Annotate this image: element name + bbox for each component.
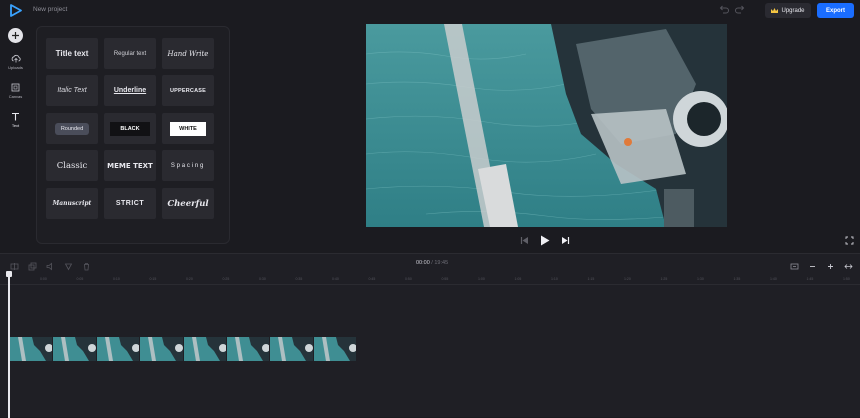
project-title[interactable]: New project [33,6,67,13]
text-style-black[interactable]: BLACK [104,113,156,144]
clip-frame [96,337,141,361]
timecode-separator: / [431,260,433,266]
redo-icon[interactable] [734,4,746,16]
ruler-tick: 1:25 [660,277,668,281]
current-time: 00:00 [416,260,430,266]
text-style-cheerful[interactable]: Cheerful [162,188,214,219]
text-style-underline[interactable]: Underline [104,75,156,106]
skip-back-icon[interactable] [520,236,529,245]
ruler-tick: 1:05 [514,277,522,281]
zoom-in-icon[interactable] [826,258,835,269]
ruler-tick: 1:35 [733,277,741,281]
timecode: 00:00 / 19:45 [416,260,448,266]
marker-icon[interactable] [64,258,73,271]
clip-frame [270,337,314,361]
clip-frame [226,337,271,361]
white-chip: WHITE [170,121,206,136]
text-style-uppercase[interactable]: UPPERCASE [162,75,214,106]
ruler-tick: 0:20 [186,277,193,281]
sidebar-item-uploads[interactable]: Uploads [0,54,31,70]
text-style-regular[interactable]: Regular text [104,38,156,69]
expand-timeline-icon[interactable] [844,258,853,269]
timeline-toolbar [10,258,91,271]
upgrade-button[interactable]: Upgrade [765,3,811,18]
text-style-title[interactable]: Title text [46,38,98,69]
ruler-tick: 0:40 [332,277,339,281]
timeline: 00:00 / 19:45 0:00 0:05 0:10 0:15 0:20 0:25 0:… [0,253,860,418]
sidebar: Uploads Canvas Text [0,22,31,252]
total-duration: 19:45 [434,260,449,266]
ruler-tick: 0:00 [40,277,47,281]
time-ruler[interactable]: 0:00 0:05 0:10 0:15 0:20 0:25 0:30 0:35 0:40 0:45… [0,275,860,285]
ruler-tick: 1:40 [770,277,777,281]
text-style-spacing[interactable]: Spacing [162,150,214,181]
upgrade-label: Upgrade [781,7,805,14]
ruler-tick: 1:45 [806,277,814,281]
fullscreen-icon[interactable] [845,236,854,245]
crown-icon [771,8,779,13]
text-style-classic[interactable]: Classic [46,150,98,181]
ruler-tick: 0:15 [149,277,157,281]
clip-frame [140,337,184,361]
ruler-tick: 0:30 [259,277,266,281]
ruler-tick: 0:45 [368,277,376,281]
clip-frame [313,337,357,361]
clip-frame [10,337,54,361]
clip-frame [53,337,97,361]
logo-icon[interactable] [10,4,22,17]
sidebar-item-label: Text [11,123,20,128]
ruler-tick: 0:55 [441,277,449,281]
black-chip: BLACK [110,121,150,136]
ruler-tick: 1:10 [551,277,558,281]
plus-icon [12,32,19,39]
ruler-tick: 0:25 [222,277,230,281]
zoom-controls [790,258,853,270]
text-style-italic[interactable]: Italic Text [46,75,98,106]
text-style-meme[interactable]: MEME TEXT [104,150,156,181]
ruler-tick: 0:10 [113,277,120,281]
text-styles-panel: Title text Regular text Hand Write Itali… [36,26,230,244]
canvas-icon [11,83,20,92]
volume-icon[interactable] [46,258,55,271]
ruler-tick: 1:50 [843,277,850,281]
text-style-handwrite[interactable]: Hand Write [162,38,214,69]
video-track[interactable] [10,337,357,361]
ruler-tick: 1:00 [478,277,485,281]
video-frame-image [366,24,727,227]
text-style-strict[interactable]: STRICT [104,188,156,219]
delete-icon[interactable] [82,258,91,271]
ruler-tick: 0:35 [295,277,303,281]
duplicate-icon[interactable] [28,258,37,271]
zoom-out-icon[interactable] [808,258,817,267]
split-icon[interactable] [10,258,19,270]
text-style-white[interactable]: WHITE [162,113,214,144]
ruler-tick: 0:05 [76,277,84,281]
sidebar-item-label: Uploads [8,65,23,70]
ruler-tick: 0:50 [405,277,412,281]
top-bar: New project Upgrade Export [0,0,860,22]
skip-forward-icon[interactable] [561,236,570,245]
ruler-tick: 1:15 [587,277,595,281]
sidebar-item-text[interactable]: Text [0,112,31,128]
play-icon[interactable] [540,235,550,246]
playback-controls [520,233,570,247]
text-style-manuscript[interactable]: Manuscript [46,188,98,219]
video-preview[interactable] [366,24,727,227]
text-style-rounded[interactable]: Rounded [46,113,98,144]
add-media-button[interactable] [8,28,23,43]
upload-icon [11,54,21,63]
rounded-chip: Rounded [54,122,90,135]
playhead[interactable] [8,272,10,418]
undo-icon[interactable] [718,4,730,16]
sidebar-item-label: Canvas [8,94,23,99]
ruler-tick: 1:20 [624,277,631,281]
export-button[interactable]: Export [817,3,854,18]
clip-frame [183,337,227,361]
fit-timeline-icon[interactable] [790,258,799,270]
ruler-tick: 1:30 [697,277,704,281]
sidebar-item-canvas[interactable]: Canvas [0,83,31,99]
text-icon [12,112,19,121]
